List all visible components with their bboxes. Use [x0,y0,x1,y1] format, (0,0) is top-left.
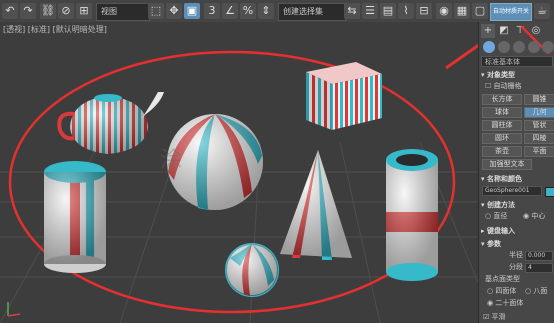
select-icon[interactable]: ⬚ [148,3,164,19]
segments-label: 分段 [509,263,523,271]
object-type-header[interactable]: ▾ 对象类型 [481,70,554,80]
keyboard-input-title: 键盘输入 [486,227,515,235]
segments-field[interactable]: 4 [525,263,553,273]
material-editor-icon[interactable]: ◉ [436,3,452,19]
object-category-tabs [479,41,554,55]
teapot-button[interactable]: 茶壶 [482,146,522,157]
pyramid-button[interactable]: 四棱 [524,133,554,144]
object-type-title: 对象类型 [486,71,515,79]
render-icon[interactable]: ☕ [534,3,550,19]
tetra-radio[interactable]: ○ 四面体 [487,287,516,296]
box-object [306,62,382,130]
link-icon[interactable]: ⛓ [40,3,56,19]
cameras-icon[interactable] [528,41,540,53]
helpers-icon[interactable] [542,41,554,53]
category-dropdown[interactable]: 标准基本体 [481,56,553,67]
torus-button[interactable]: 圆环 [482,133,522,144]
geometry-icon[interactable] [483,41,495,53]
watermark: 涂 [160,148,183,173]
cylinder-button[interactable]: 圆柱体 [482,120,522,131]
render-setup-icon[interactable]: ▦ [454,3,470,19]
angle-snap-icon[interactable]: ∠ [222,3,238,19]
geosphere-button[interactable]: 几何 [524,107,554,118]
percent-snap-icon[interactable]: % [240,3,256,19]
center-label: 中心 [531,212,546,220]
icosa-label: 二十面体 [495,299,524,307]
render-frame-icon[interactable]: ▢ [472,3,488,19]
name-color-header[interactable]: ▾ 名称和颜色 [481,174,554,184]
box-button[interactable]: 长方体 [482,94,522,105]
selection-set-dropdown[interactable]: 创建选择集 [278,3,346,21]
cone-object [280,150,352,260]
sphere-button[interactable]: 球体 [482,107,522,118]
autogrid-label: 自动栅格 [493,82,522,90]
command-panel: + ◩ ⊤ ◎ 标准基本体 ▾ 对象类型 ☐ 自动栅格 长方体 圆锥 球体 几何… [478,22,554,323]
move-icon[interactable]: ✥ [166,3,182,19]
name-color-title: 名称和颜色 [486,175,522,183]
creation-method-header[interactable]: ▾ 创建方法 [481,200,554,210]
diameter-label: 直径 [493,212,508,220]
object-name-field[interactable]: GeoSphere001 [482,186,542,196]
geosphere-object [225,243,279,297]
perspective-viewport[interactable]: [透视] [标准] [默认明暗处理] 涂 [0,22,478,323]
octa-radio[interactable]: ○ 八面 [525,287,547,296]
axis-gizmo [7,302,21,317]
shapes-icon[interactable] [498,41,510,53]
scale-icon[interactable]: ▣ [184,3,200,19]
snap-3-icon[interactable]: 3 [204,3,220,19]
tube-button[interactable]: 管状 [524,120,554,131]
smooth-checkbox[interactable]: ☑ 平滑 [483,313,506,322]
cylinder-object [44,161,106,273]
align-icon[interactable]: ☰ [362,3,378,19]
parameters-title: 参数 [486,240,501,248]
view-dropdown[interactable]: 视图 [96,3,150,21]
smooth-label: 平滑 [491,313,506,321]
center-radio[interactable]: ◉ 中心 [523,212,545,221]
icosa-radio[interactable]: ◉ 二十面体 [487,299,523,308]
creation-method-title: 创建方法 [486,201,515,209]
bind-icon[interactable]: ⊞ [76,3,92,19]
tetra-label: 四面体 [495,287,517,295]
create-tab-icon[interactable]: + [481,24,495,38]
schematic-icon[interactable]: ⊟ [416,3,432,19]
mirror-icon[interactable]: ⇆ [344,3,360,19]
curve-editor-icon[interactable]: ⌇ [398,3,414,19]
layers-icon[interactable]: ▤ [380,3,396,19]
redo-icon[interactable]: ↷ [20,3,36,19]
octa-label: 八面 [533,287,548,295]
plane-button[interactable]: 平面 [524,146,554,157]
cone-button[interactable]: 圆锥 [524,94,554,105]
tube-object [386,149,438,281]
main-toolbar: ↶ ↷ ⛓ ⊘ ⊞ 视图 ⬚ ✥ ▣ 3 ∠ % ⇕ 创建选择集 ⇆ ☰ ▤ ⌇… [0,0,554,23]
keyboard-input-header[interactable]: ▸ 键盘输入 [481,226,554,236]
teapot-object [57,92,164,154]
base-type-label: 基点面类型 [485,275,520,283]
textplus-button[interactable]: 加强型文本 [482,159,532,170]
radius-field[interactable]: 0.000 [525,251,553,261]
unlink-icon[interactable]: ⊘ [58,3,74,19]
lights-icon[interactable] [513,41,525,53]
autogrid-checkbox[interactable]: ☐ 自动栅格 [485,82,522,91]
parameters-header[interactable]: ▾ 参数 [481,239,554,249]
undo-icon[interactable]: ↶ [2,3,18,19]
annotation-arrows [445,43,478,70]
viewport-scene [0,43,478,323]
object-color-swatch[interactable] [545,187,554,197]
command-panel-toggle[interactable]: 自动材质开关 [490,3,532,21]
diameter-radio[interactable]: ○ 直径 [485,212,507,221]
spinner-snap-icon[interactable]: ⇕ [258,3,274,19]
radius-label: 半径 [509,251,523,259]
